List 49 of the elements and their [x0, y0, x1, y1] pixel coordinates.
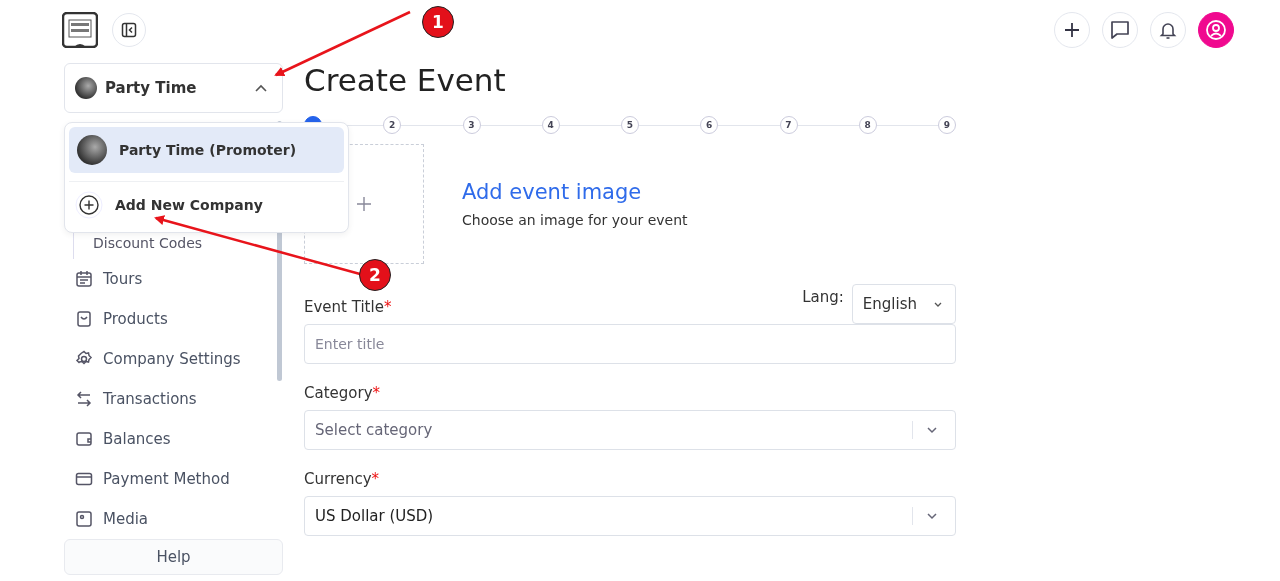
sidebar-toggle-icon: [121, 22, 137, 38]
sidebar-item[interactable]: Transactions: [64, 379, 283, 419]
field-label: Category*: [304, 384, 381, 402]
step-indicator[interactable]: 6: [700, 116, 719, 134]
wallet-icon: [75, 430, 93, 448]
annotation-badge: 2: [359, 259, 391, 291]
company-option[interactable]: Party Time (Promoter): [69, 127, 344, 173]
title-input[interactable]: Enter title: [304, 324, 956, 364]
company-switcher[interactable]: Party Time: [64, 63, 283, 113]
profile-button[interactable]: [1198, 12, 1234, 48]
user-icon: [1205, 19, 1227, 41]
field-label: Event Title*: [304, 298, 392, 316]
logo-icon[interactable]: [62, 12, 98, 48]
sidebar-item[interactable]: Payment Method: [64, 459, 283, 499]
step-indicator[interactable]: 3: [462, 116, 481, 134]
swap-icon: [75, 390, 93, 408]
select-field[interactable]: Select category: [304, 410, 956, 450]
select-field[interactable]: US Dollar (USD): [304, 496, 956, 536]
annotation-badge: 1: [422, 6, 454, 38]
step-indicator[interactable]: 2: [383, 116, 402, 134]
image-hint: Choose an image for your event: [462, 212, 688, 228]
sidebar-item[interactable]: Company Settings: [64, 339, 283, 379]
notifications-button[interactable]: [1150, 12, 1186, 48]
page-title: Create Event: [304, 62, 507, 98]
lang-label: Lang:: [802, 288, 844, 306]
chat-icon: [1109, 19, 1131, 41]
plus-icon: [355, 195, 373, 213]
add-circle-icon: [75, 191, 103, 219]
step-indicator[interactable]: 9: [938, 116, 956, 134]
add-image-link[interactable]: Add event image: [462, 180, 688, 204]
company-option[interactable]: Add New Company: [69, 181, 344, 228]
field-label: Currency*: [304, 470, 380, 488]
sidebar-item[interactable]: Tours: [64, 259, 283, 299]
step-indicator[interactable]: 5: [621, 116, 639, 134]
step-indicator[interactable]: 7: [779, 116, 798, 134]
step-indicator[interactable]: 8: [858, 116, 877, 134]
help-button[interactable]: Help: [64, 539, 283, 575]
messages-button[interactable]: [1102, 12, 1138, 48]
bag-icon: [75, 310, 93, 328]
add-button[interactable]: [1054, 12, 1090, 48]
sidebar-item[interactable]: Media: [64, 499, 283, 539]
calendar-icon: [75, 270, 93, 288]
sidebar-item[interactable]: Balances: [64, 419, 283, 459]
card-icon: [75, 470, 93, 488]
collapse-sidebar-button[interactable]: [112, 13, 146, 47]
step-indicator[interactable]: 4: [541, 116, 560, 134]
sidebar-item[interactable]: Products: [64, 299, 283, 339]
bell-icon: [1158, 20, 1178, 40]
plus-icon: [1062, 20, 1082, 40]
